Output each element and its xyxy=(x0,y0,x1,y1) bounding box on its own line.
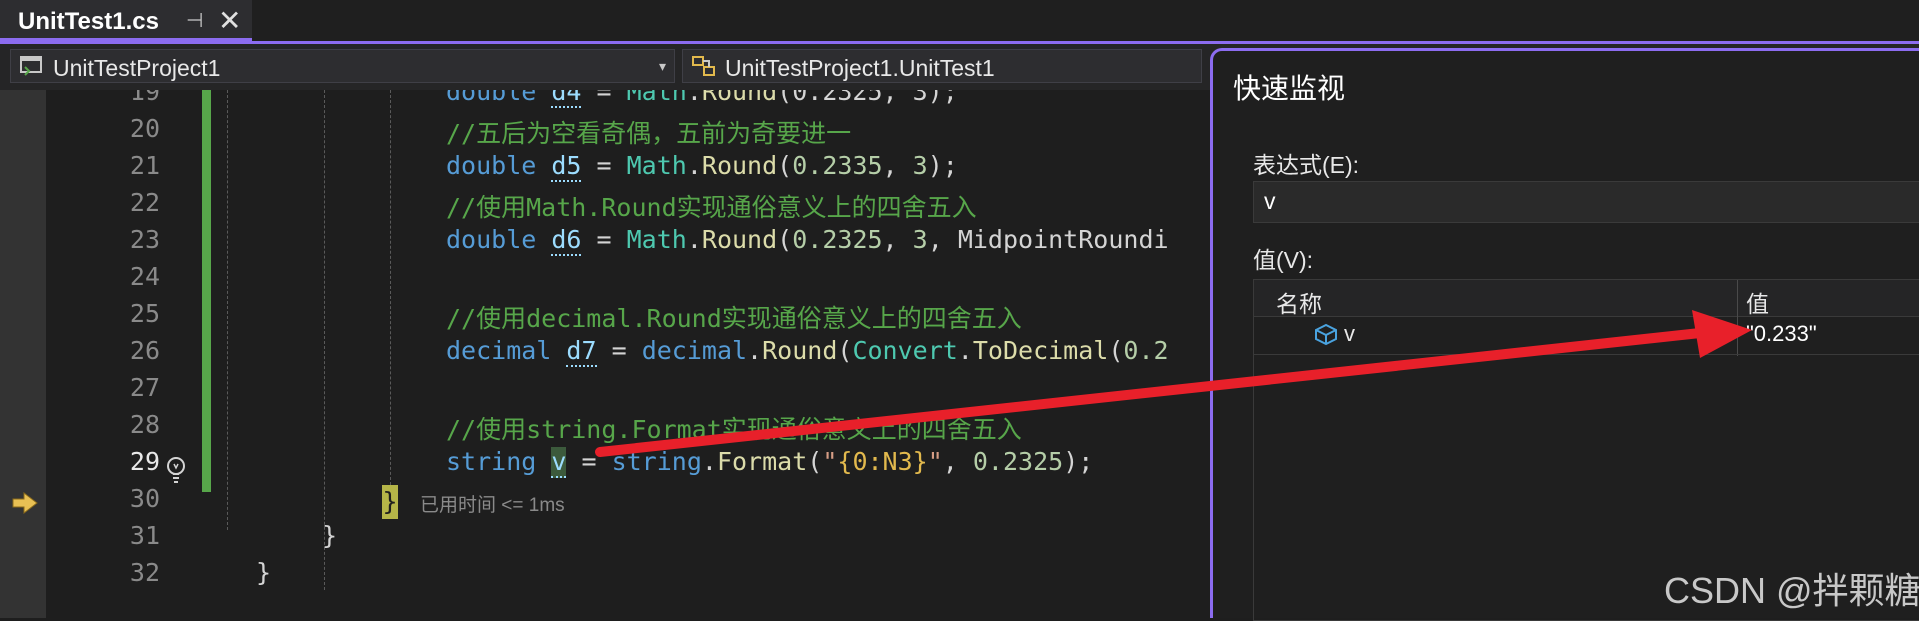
dialog-title: 快速监视 xyxy=(1233,73,1346,104)
line-number: 20 xyxy=(129,114,160,143)
code-comment: //使用Math.Round实现通俗意义上的四舍五入 xyxy=(446,193,977,222)
code-comment: //使用string.Format实现通俗意义上的四舍五入 xyxy=(446,415,1022,444)
close-icon[interactable]: ✕ xyxy=(218,4,241,37)
class-dropdown[interactable]: UnitTestProject1.UnitTest1 xyxy=(682,49,1202,83)
change-tracking-bar xyxy=(202,90,211,492)
variable-icon xyxy=(1315,323,1337,346)
line-number: 30 xyxy=(129,484,160,513)
indent-guide xyxy=(227,90,228,530)
row-value: "0.233" xyxy=(1746,321,1817,346)
line-number: 23 xyxy=(129,225,160,254)
line-number: 26 xyxy=(129,336,160,365)
line-number: 29 xyxy=(129,447,160,476)
chevron-down-icon[interactable]: ▾ xyxy=(659,58,666,75)
line-number: 19 xyxy=(129,90,160,106)
line-number: 27 xyxy=(129,373,160,402)
document-tab[interactable]: UnitTest1.cs ⊣ ✕ xyxy=(0,0,252,41)
code-line: double d6 = Math.Round(0.2325, 3, Midpoi… xyxy=(446,225,1169,256)
line-number: 25 xyxy=(129,299,160,328)
code-line: double d5 = Math.Round(0.2335, 3); xyxy=(446,151,958,182)
value-label: 值(V): xyxy=(1253,247,1314,273)
code-editor[interactable]: 19 20 21 22 23 24 25 26 27 28 29 30 31 3… xyxy=(0,90,1210,618)
table-row[interactable]: v "0.233" xyxy=(1254,316,1919,355)
variable-v[interactable]: v xyxy=(551,447,567,478)
indicator-margin[interactable] xyxy=(0,90,46,618)
project-dropdown[interactable]: UnitTestProject1 ▾ xyxy=(10,49,675,83)
line-number: 31 xyxy=(129,521,160,550)
code-line: decimal d7 = decimal.Round(Convert.ToDec… xyxy=(446,336,1169,367)
code-line: double d4 = Math.Round(0.2325, 3); xyxy=(446,90,958,108)
line-number: 24 xyxy=(129,262,160,291)
code-line: } xyxy=(322,521,338,550)
class-path: UnitTestProject1.UnitTest1 xyxy=(725,55,995,81)
test-project-icon xyxy=(20,56,42,76)
column-header-value[interactable]: 值 xyxy=(1746,285,1769,319)
line-number: 21 xyxy=(129,151,160,180)
indent-guide xyxy=(324,90,325,590)
project-name: UnitTestProject1 xyxy=(53,55,221,81)
line-number: 22 xyxy=(129,188,160,217)
document-tab-strip: UnitTest1.cs ⊣ ✕ xyxy=(0,0,1919,44)
expression-value: v xyxy=(1264,188,1276,214)
current-statement-brace: } xyxy=(382,485,398,519)
column-header-name[interactable]: 名称 xyxy=(1276,285,1322,319)
line-number: 32 xyxy=(129,558,160,587)
tab-title: UnitTest1.cs xyxy=(18,8,159,35)
watermark: CSDN @拌颗糖 xyxy=(1664,570,1919,611)
elapsed-time-hint: 已用时间 <= 1ms xyxy=(420,495,565,516)
code-line: } xyxy=(256,558,272,587)
grid-header: 名称 值 xyxy=(1254,280,1919,317)
expression-input[interactable]: v xyxy=(1253,181,1919,223)
pin-icon[interactable]: ⊣ xyxy=(186,8,203,33)
code-line-current: string v = string.Format("{0:N3}", 0.232… xyxy=(446,447,1094,478)
line-number: 28 xyxy=(129,410,160,439)
expression-label: 表达式(E): xyxy=(1253,152,1360,178)
indent-guide xyxy=(390,90,391,490)
class-icon xyxy=(692,56,715,76)
execution-pointer-icon xyxy=(12,492,38,514)
code-comment: //五后为空看奇偶，五前为奇要进一 xyxy=(446,119,852,148)
lightbulb-icon[interactable] xyxy=(164,455,188,485)
code-comment: //使用decimal.Round实现通俗意义上的四舍五入 xyxy=(446,304,1022,333)
row-name: v xyxy=(1344,321,1355,346)
quickwatch-dialog: 快速监视 表达式(E): v 值(V): 名称 值 v "0.233" xyxy=(1210,48,1919,621)
